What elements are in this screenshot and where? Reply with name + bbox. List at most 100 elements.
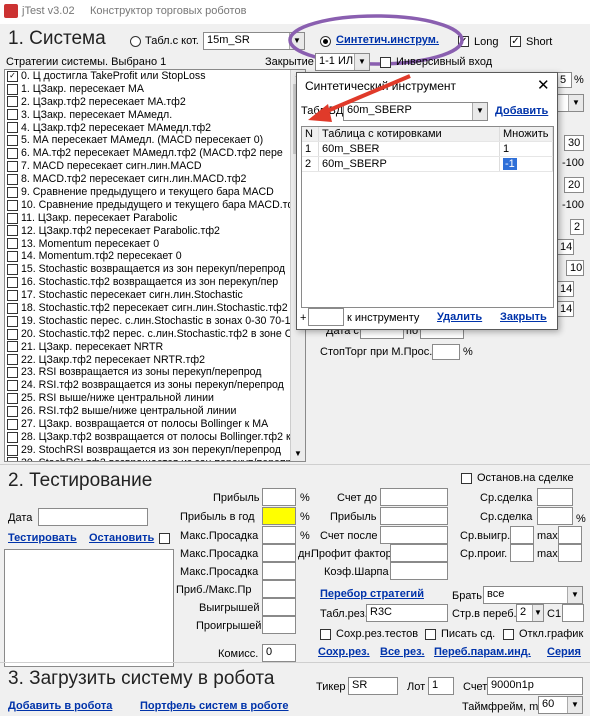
avg-deal2-input[interactable]	[537, 507, 573, 525]
radio-table[interactable]	[130, 36, 141, 47]
param-4[interactable]: 20	[564, 177, 584, 193]
list-item[interactable]: 6. МА.тф2 пересекает МАмедл.тф2 (MACD.тф…	[5, 147, 305, 160]
strategy-checkbox[interactable]	[7, 405, 18, 417]
page-select[interactable]: 2 ▼	[516, 604, 544, 622]
strategy-checkbox[interactable]	[7, 186, 18, 198]
series-link[interactable]: Серия	[547, 646, 581, 658]
list-item[interactable]: 11. ЦЗакр. пересекает Parabolic	[5, 212, 305, 225]
save-tests-checkbox[interactable]	[320, 629, 331, 640]
list-item[interactable]: 7. MACD пересекает сигн.лин.MACD	[5, 160, 305, 173]
results-table-input[interactable]: R3C	[366, 604, 448, 622]
strategy-checkbox[interactable]	[7, 83, 18, 95]
list-item[interactable]: 23. RSI возвращается из зоны перекуп/пер…	[5, 366, 305, 379]
all-results-link[interactable]: Все рез.	[380, 646, 425, 658]
stop-on-deal-checkbox[interactable]	[461, 473, 472, 484]
list-item[interactable]: 3. ЦЗакр. пересекает МАмедл.	[5, 109, 305, 122]
strategy-checkbox[interactable]	[7, 160, 18, 172]
strategy-checkbox[interactable]	[7, 173, 18, 185]
stop-checkbox[interactable]	[159, 533, 170, 544]
count-after-input[interactable]	[380, 526, 448, 544]
losses-input[interactable]	[262, 616, 296, 634]
list-item[interactable]: 21. ЦЗакр. пересекает NRTR	[5, 341, 305, 354]
table-row[interactable]: 1 60m_SBER 1	[302, 141, 553, 157]
list-item[interactable]: 24. RSI.тф2 возвращается из зоны перекуп…	[5, 379, 305, 392]
stop-trade-input[interactable]	[432, 344, 460, 360]
portfolio-link[interactable]: Портфель систем в роботе	[140, 700, 289, 712]
enum-params-link[interactable]: Переб.парам.инд.	[434, 646, 531, 658]
param-7[interactable]: 14	[556, 239, 574, 255]
list-item[interactable]: 20. Stochastic.тф2 перес. с.лин.Stochast…	[5, 328, 305, 341]
list-item[interactable]: ✓ 0. Ц достигла TakeProfit или StopLoss	[5, 70, 305, 83]
strategy-checkbox[interactable]	[7, 238, 18, 250]
list-item[interactable]: 25. RSI выше/ниже центральной линии	[5, 392, 305, 405]
param-2[interactable]: 30	[564, 135, 584, 151]
scroll-down-icon[interactable]: ▼	[291, 449, 305, 461]
strategy-checkbox[interactable]	[7, 148, 18, 160]
c1-input[interactable]	[562, 604, 584, 622]
strategy-checkbox[interactable]	[7, 276, 18, 288]
strategy-checkbox[interactable]	[7, 289, 18, 301]
commission-input[interactable]: 0	[262, 644, 296, 662]
strategy-checkbox[interactable]	[7, 199, 18, 211]
write-deals-checkbox[interactable]	[425, 629, 436, 640]
ticker-input[interactable]: SR	[348, 677, 398, 695]
param-6[interactable]: 2	[570, 219, 584, 235]
list-item[interactable]: 12. ЦЗакр.тф2 пересекает Parabolic.тф2	[5, 225, 305, 238]
max1-input[interactable]	[558, 526, 582, 544]
strategy-checkbox[interactable]	[7, 367, 18, 379]
table-row[interactable]: 2 60m_SBERP -1	[302, 156, 553, 172]
list-item[interactable]: 22. ЦЗакр.тф2 пересекает NRTR.тф2	[5, 354, 305, 367]
max-dd3-input[interactable]	[262, 562, 296, 580]
strategy-checkbox[interactable]	[7, 122, 18, 134]
param-combo-1[interactable]: ▼	[556, 94, 584, 112]
strategies-list[interactable]: ✓ 0. Ц достигла TakeProfit или StopLoss 1.…	[4, 69, 306, 462]
profit2-input[interactable]	[380, 507, 448, 525]
selected-cell[interactable]: -1	[503, 158, 517, 170]
strategy-checkbox[interactable]	[7, 418, 18, 430]
list-item[interactable]: 1. ЦЗакр. пересекает МА	[5, 83, 305, 96]
dialog-grid[interactable]: N Таблица с котировками Множить 1 60m_SB…	[301, 126, 554, 308]
list-item[interactable]: 29. StochRSI возвращается из зон перекуп…	[5, 444, 305, 457]
param-8[interactable]: 10	[566, 260, 584, 276]
list-item[interactable]: 26. RSI.тф2 выше/ниже центральной линии	[5, 405, 305, 418]
strategy-checkbox[interactable]	[7, 315, 18, 327]
sharpe-input[interactable]	[390, 562, 448, 580]
param-1[interactable]: 5	[556, 72, 572, 88]
wins-input[interactable]	[262, 598, 296, 616]
enum-strategies-link[interactable]: Перебор стратегий	[320, 588, 424, 600]
list-item[interactable]: 4. ЦЗакр.тф2 пересекает МАмедл.тф2	[5, 122, 305, 135]
disable-chart-checkbox[interactable]	[503, 629, 514, 640]
list-item[interactable]: 17. Stochastic пересекает сигн.лин.Stoch…	[5, 289, 305, 302]
strategy-checkbox[interactable]	[7, 392, 18, 404]
list-item[interactable]: 8. MACD.тф2 пересекает сигн.лин.MACD.тф2	[5, 173, 305, 186]
avg-loss-input[interactable]	[510, 544, 534, 562]
save-results-link[interactable]: Сохр.рез.	[318, 646, 370, 658]
account-input[interactable]: 9000n1p	[487, 677, 583, 695]
profit-dd-input[interactable]	[262, 580, 296, 598]
strategy-checkbox[interactable]	[7, 302, 18, 314]
strategy-checkbox[interactable]	[7, 354, 18, 366]
list-item[interactable]: 30. StochRSI.тф2 возвращается из зон пер…	[5, 457, 305, 461]
profit-year-input[interactable]	[262, 507, 296, 525]
strategy-checkbox[interactable]	[7, 251, 18, 263]
profit-input[interactable]	[262, 488, 296, 506]
short-checkbox[interactable]: ✓	[510, 36, 521, 47]
list-item[interactable]: 15. Stochastic возвращается из зон перек…	[5, 263, 305, 276]
max2-input[interactable]	[558, 544, 582, 562]
dialog-close-button[interactable]: Закрыть	[500, 311, 547, 323]
list-item[interactable]: 9. Сравнение предыдущего и текущего бара…	[5, 186, 305, 199]
test-link[interactable]: Тестировать	[8, 532, 77, 544]
list-item[interactable]: 16. Stochastic.тф2 возвращается из зон п…	[5, 276, 305, 289]
strategy-checkbox[interactable]	[7, 341, 18, 353]
add-to-robot-link[interactable]: Добавить в робота	[8, 700, 112, 712]
strategy-checkbox[interactable]	[7, 212, 18, 224]
count-to-input[interactable]	[380, 488, 448, 506]
strategy-checkbox[interactable]	[7, 431, 18, 443]
strategy-checkbox[interactable]	[7, 96, 18, 108]
test-date-input[interactable]	[38, 508, 148, 526]
avg-deal-input[interactable]	[537, 488, 573, 506]
strategy-checkbox[interactable]: ✓	[7, 70, 18, 82]
list-item[interactable]: 19. Stochastic перес. с.лин.Stochastic в…	[5, 315, 305, 328]
param-9[interactable]: 14	[556, 281, 574, 297]
list-item[interactable]: 28. ЦЗакр.тф2 возвращается от полосы Bol…	[5, 431, 305, 444]
